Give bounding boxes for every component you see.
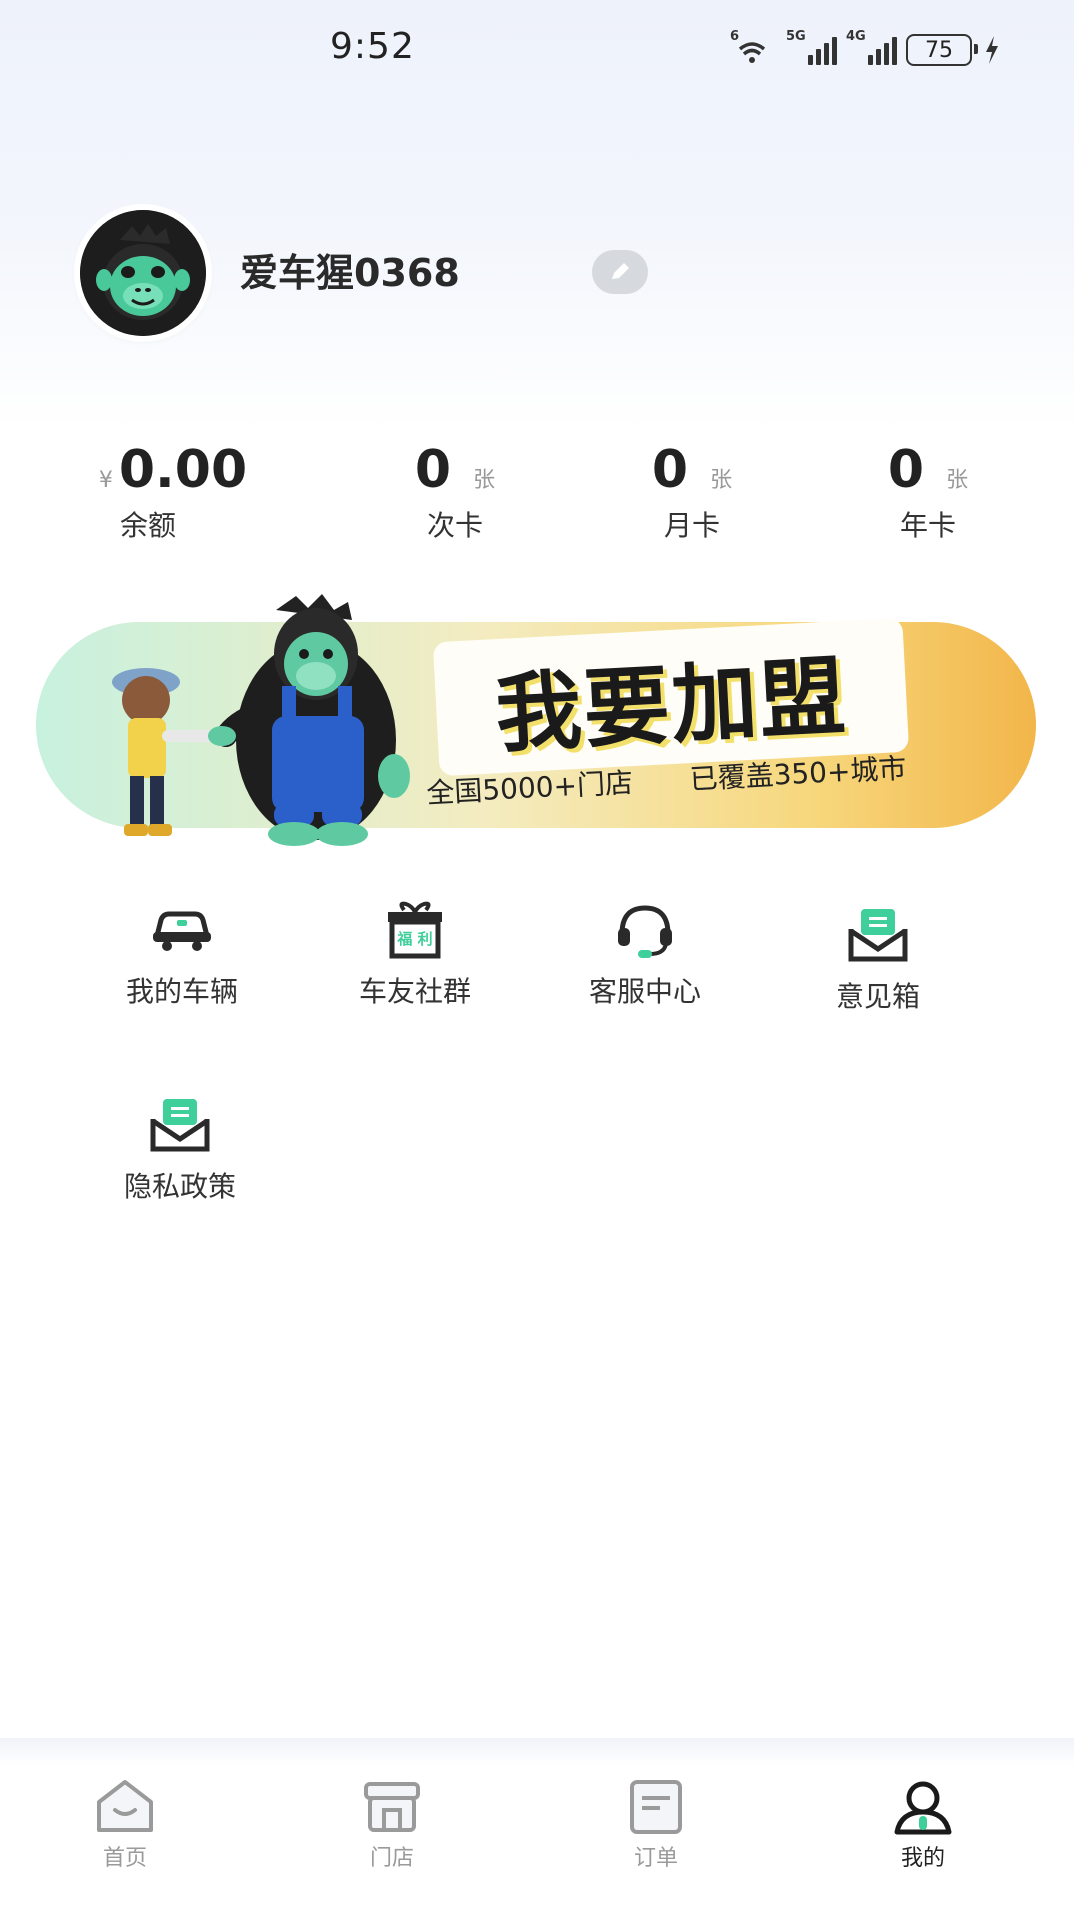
times-card-unit: 张 [473, 468, 496, 493]
signal-4g-icon: 4G [846, 29, 897, 65]
stat-balance[interactable]: ¥ 0.00 余额 [88, 440, 258, 544]
franchise-banner[interactable]: 我要加盟 全国5000+门店 已覆盖350+城市 [36, 590, 1036, 860]
banner-mascot-illustration [112, 594, 410, 846]
nav-home[interactable]: 首页 [55, 1776, 195, 1872]
charging-icon [986, 36, 998, 64]
signal-5g-icon: 5G [786, 29, 837, 65]
order-icon [624, 1776, 688, 1838]
nav-label: 门店 [369, 1846, 414, 1871]
edit-profile-button[interactable] [592, 250, 648, 294]
status-icons: 6 5G 4G 75 [730, 29, 1000, 70]
times-card-value: 0 [414, 440, 452, 500]
currency-symbol: ¥ [98, 468, 113, 493]
gift-icon-text: 福 利 [396, 930, 432, 948]
menu-privacy-policy[interactable]: 隐私政策 [90, 1095, 270, 1205]
pencil-icon [612, 263, 629, 279]
profile-icon [891, 1776, 955, 1838]
battery-icon: 75 [906, 34, 978, 66]
mail-icon [145, 1095, 215, 1152]
menu-label: 意见箱 [835, 980, 920, 1013]
month-card-value: 0 [651, 440, 689, 500]
nav-stores[interactable]: 门店 [322, 1776, 462, 1872]
menu-label: 客服中心 [588, 975, 701, 1008]
stat-times-card[interactable]: 0 张 次卡 [380, 440, 530, 544]
balance-value: 0.00 [118, 440, 248, 500]
year-card-unit: 张 [946, 468, 969, 493]
balance-label: 余额 [120, 509, 177, 542]
month-card-label: 月卡 [663, 509, 720, 542]
wifi-icon: 6 [730, 29, 774, 65]
menu-my-vehicles[interactable]: 我的车辆 [92, 900, 272, 1010]
battery-level: 75 [925, 37, 953, 63]
status-bar: 9:52 6 5G 4G 75 [0, 0, 1074, 100]
menu-label: 隐私政策 [123, 1170, 236, 1203]
nav-label: 我的 [900, 1846, 945, 1871]
headset-icon [610, 900, 680, 958]
times-card-label: 次卡 [426, 509, 483, 542]
menu-label: 我的车辆 [125, 975, 238, 1008]
home-icon [93, 1776, 157, 1838]
nav-label: 订单 [633, 1846, 678, 1871]
car-icon [147, 900, 217, 956]
nav-divider [0, 1738, 1074, 1766]
menu-customer-service[interactable]: 客服中心 [555, 900, 735, 1010]
mail-icon [843, 905, 913, 962]
bottom-nav: 首页 门店 订单 我的 [0, 1766, 1074, 1910]
nav-profile[interactable]: 我的 [853, 1776, 993, 1872]
year-card-value: 0 [887, 440, 925, 500]
user-name: 爱车猩0368 [240, 251, 460, 295]
status-time: 9:52 [330, 26, 415, 67]
month-card-unit: 张 [710, 468, 733, 493]
stat-year-card[interactable]: 0 张 年卡 [853, 440, 1003, 544]
menu-suggestion-box[interactable]: 意见箱 [788, 905, 968, 1015]
menu-car-community[interactable]: 福 利 车友社群 [325, 900, 505, 1010]
gift-icon: 福 利 [380, 900, 450, 959]
store-icon [360, 1776, 424, 1838]
nav-orders[interactable]: 订单 [586, 1776, 726, 1872]
menu-label: 车友社群 [358, 975, 471, 1008]
banner-title: 我要加盟 [493, 646, 850, 765]
stat-month-card[interactable]: 0 张 月卡 [617, 440, 767, 544]
avatar[interactable] [80, 210, 206, 336]
account-stats: ¥ 0.00 余额 0 张 次卡 0 张 月卡 0 张 年卡 [0, 440, 1074, 560]
year-card-label: 年卡 [899, 509, 956, 542]
nav-label: 首页 [102, 1846, 147, 1871]
